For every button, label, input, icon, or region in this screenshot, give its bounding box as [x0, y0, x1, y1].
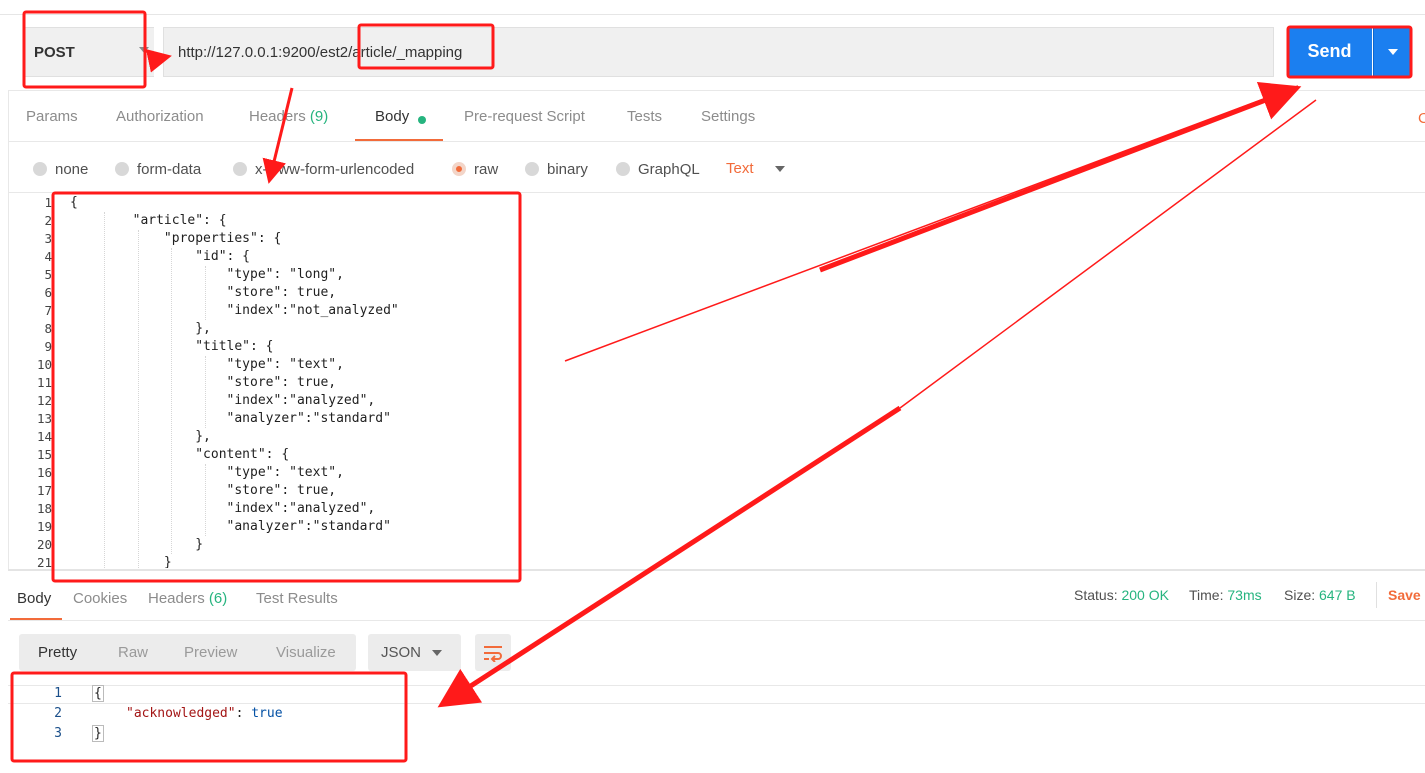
code-line: } [92, 724, 104, 744]
response-body-viewer[interactable]: 1 2 3 { "acknowledged": true } [0, 0, 1425, 773]
close-brace: } [92, 725, 104, 742]
line-number: 1 [54, 686, 62, 701]
json-value: true [251, 706, 283, 721]
open-brace: { [92, 685, 104, 702]
code-line: { [92, 684, 104, 704]
line-number: 3 [54, 726, 62, 741]
json-key: "acknowledged" [126, 706, 236, 721]
code-line: "acknowledged": true [126, 704, 283, 724]
json-colon: : [235, 706, 252, 721]
line-number: 2 [54, 706, 62, 721]
